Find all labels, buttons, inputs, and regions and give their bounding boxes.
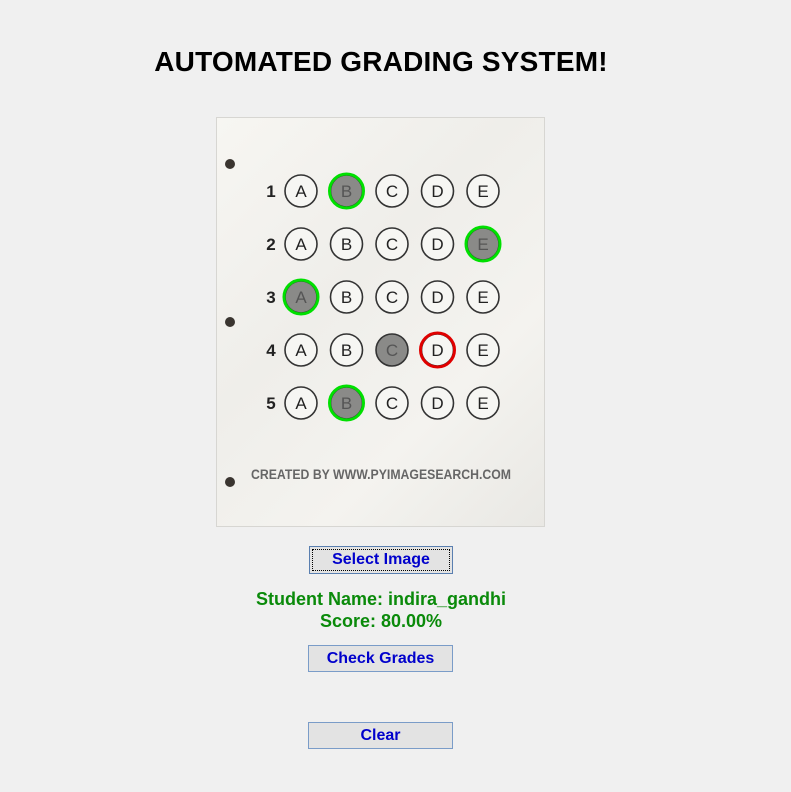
question-number: 1	[266, 182, 275, 201]
answer-bubble-letter: B	[341, 182, 352, 201]
question-number: 4	[266, 341, 276, 360]
select-image-button[interactable]: Select Image	[309, 546, 453, 574]
answer-bubble-letter: A	[295, 235, 307, 254]
clear-button[interactable]: Clear	[308, 722, 453, 749]
answer-bubble-letter: A	[295, 288, 307, 307]
answer-bubble-letter: A	[295, 341, 307, 360]
answer-bubble-letter: C	[386, 235, 398, 254]
answer-bubble-letter: B	[341, 394, 352, 413]
answer-bubble-letter: B	[341, 341, 352, 360]
answer-sheet-canvas: 1 A B C D E2 A B C D E3 A B C D E4 A B C D E5 A B C D E CREATED B…	[225, 159, 511, 487]
question-number: 3	[266, 288, 275, 307]
answer-bubble-letter: A	[295, 182, 307, 201]
question-number: 2	[266, 235, 275, 254]
binder-hole-bottom	[225, 477, 235, 487]
answer-bubble-letter: E	[477, 341, 488, 360]
answer-bubble-letter: D	[431, 288, 443, 307]
page-title: AUTOMATED GRADING SYSTEM!	[154, 46, 608, 77]
answer-bubble-letter: D	[431, 182, 443, 201]
answer-bubble-letter: A	[295, 394, 307, 413]
answer-bubble-letter: C	[386, 288, 398, 307]
check-grades-button[interactable]: Check Grades	[308, 645, 453, 672]
answer-bubble-letter: E	[477, 394, 488, 413]
question-number: 5	[266, 394, 275, 413]
answer-bubble-letter: D	[431, 341, 443, 360]
answer-bubble-letter: B	[341, 235, 352, 254]
sheet-footer-text: CREATED BY WWW.PYIMAGESEARCH.COM	[251, 467, 511, 482]
answer-bubble-letter: E	[477, 182, 488, 201]
binder-hole-top	[225, 159, 235, 169]
answer-bubble-letter: C	[386, 182, 398, 201]
answer-bubble-letter: C	[386, 341, 398, 360]
answer-sheet-image: 1ABCDE2ABCDE3ABCDE4ABCDE5ABCDE CREATED B…	[216, 117, 545, 527]
answer-bubble-letter: D	[431, 235, 443, 254]
answer-bubble-letter: E	[477, 288, 488, 307]
answer-bubble-letter: D	[431, 394, 443, 413]
answer-bubble-letter: E	[477, 235, 488, 254]
binder-hole-middle	[225, 317, 235, 327]
student-name-label: Student Name: indira_gandhi	[255, 589, 507, 609]
answer-bubble-letter: B	[341, 288, 352, 307]
score-label: Score: 80.00%	[319, 611, 443, 631]
answer-bubble-letter: C	[386, 394, 398, 413]
